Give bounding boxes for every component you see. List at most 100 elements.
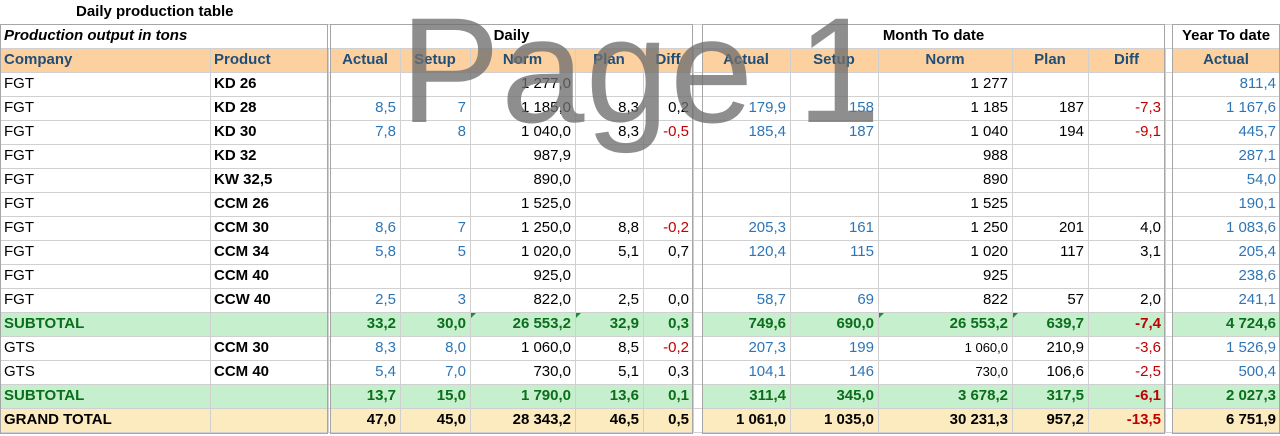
d-diff-total-cell: 0,3 [668, 315, 689, 332]
m-actual-total-cell: 749,6 [748, 315, 786, 332]
m-plan-cell: 57 [1067, 291, 1084, 308]
y-actual-total-cell: 4 724,6 [1225, 315, 1276, 332]
formula-marker-icon [471, 313, 476, 318]
d-norm-cell: 1 250,0 [520, 219, 571, 236]
m-diff-total-cell: -13,5 [1126, 411, 1161, 428]
m-plan-total-cell: 317,5 [1046, 387, 1084, 404]
y-actual-cell: 238,6 [1238, 267, 1276, 284]
m-diff-total-cell: -6,1 [1135, 387, 1161, 404]
m-norm-cell: 1 250 [970, 219, 1008, 236]
m-actual-cell [702, 144, 790, 168]
d-setup-cell: 8,0 [445, 339, 466, 356]
y-actual-total-cell: 2 027,3 [1225, 387, 1276, 404]
m-norm-cell: 1 040 [970, 123, 1008, 140]
company-cell: FGT [4, 219, 34, 236]
product-cell: CCM 40 [214, 363, 270, 380]
m-setup-cell [790, 144, 878, 168]
m-norm-cell: 1 020 [970, 243, 1008, 260]
d-diff-cell [643, 144, 693, 168]
d-norm-total-cell: 28 343,2 [512, 411, 571, 428]
m-setup-cell: 187 [848, 123, 874, 140]
d-norm-cell: 1 060,0 [520, 339, 571, 356]
m-plan-cell: 210,9 [1046, 339, 1084, 356]
m-diff-cell [1088, 264, 1165, 288]
d-norm-cell: 730,0 [533, 363, 571, 380]
m-norm-total-cell: 3 678,2 [957, 387, 1008, 404]
d-diff-cell [643, 264, 693, 288]
m-setup-cell [790, 192, 878, 216]
d-setup-cell [400, 192, 470, 216]
m-setup-cell: 115 [850, 243, 874, 260]
m-diff-cell [1088, 192, 1165, 216]
m-norm-total-cell: 30 231,3 [949, 411, 1008, 428]
m-norm-cell: 890 [982, 171, 1008, 188]
d-plan-cell: 5,1 [618, 363, 639, 380]
d-plan-cell [575, 168, 643, 192]
column-header-d-setup: Setup [414, 51, 456, 68]
d-actual-cell [330, 168, 400, 192]
m-setup-cell: 146 [848, 363, 874, 380]
column-gap [1165, 48, 1172, 72]
d-actual-cell: 8,3 [375, 339, 396, 356]
m-setup-cell [790, 72, 878, 96]
column-gap [1165, 408, 1172, 432]
m-plan-cell: 187 [1058, 99, 1084, 116]
y-actual-total-cell: 6 751,9 [1225, 411, 1276, 428]
product-cell: CCW 40 [214, 291, 271, 308]
company-cell: FGT [4, 291, 34, 308]
company-cell: FGT [4, 171, 34, 188]
total-label: SUBTOTAL [4, 387, 85, 404]
d-norm-cell: 1 040,0 [520, 123, 571, 140]
d-plan-cell: 2,5 [618, 291, 639, 308]
formula-marker-icon [576, 313, 581, 318]
d-norm-total-cell: 1 790,0 [520, 387, 571, 404]
d-plan-total-cell: 32,9 [609, 315, 639, 332]
m-diff-cell: -2,5 [1135, 363, 1161, 380]
d-plan-cell: 8,5 [618, 339, 639, 356]
column-gap [693, 384, 702, 408]
company-cell: FGT [4, 267, 34, 284]
y-actual-cell: 287,1 [1238, 147, 1276, 164]
d-plan-cell: 8,8 [618, 219, 639, 236]
d-plan-cell [575, 72, 643, 96]
m-norm-cell: 925 [982, 267, 1008, 284]
column-header-m-diff: Diff [1114, 51, 1139, 68]
formula-marker-icon [879, 313, 884, 318]
y-actual-cell: 241,1 [1238, 291, 1276, 308]
d-diff-cell: 0,3 [668, 363, 689, 380]
d-plan-cell [575, 264, 643, 288]
production-table: Daily production table Production output … [0, 0, 1280, 436]
m-setup-total-cell: 345,0 [836, 387, 874, 404]
d-setup-total-cell: 15,0 [436, 387, 466, 404]
m-setup-total-cell: 1 035,0 [823, 411, 874, 428]
column-header-d-diff: Diff [655, 51, 681, 68]
m-actual-cell: 207,3 [748, 339, 786, 356]
d-setup-cell [400, 264, 470, 288]
d-actual-total-cell: 33,2 [366, 315, 396, 332]
m-actual-cell [702, 168, 790, 192]
m-plan-cell [1012, 144, 1088, 168]
company-cell: GTS [4, 339, 35, 356]
column-header-m-plan: Plan [1034, 51, 1066, 68]
total-label: SUBTOTAL [4, 315, 85, 332]
d-diff-cell: -0,2 [663, 219, 689, 236]
d-diff-total-cell: 0,5 [668, 411, 689, 428]
m-diff-cell [1088, 168, 1165, 192]
d-setup-cell: 5 [457, 243, 466, 260]
d-actual-cell [330, 264, 400, 288]
column-header-m-norm: Norm [925, 51, 965, 68]
company-cell: GTS [4, 363, 35, 380]
product-cell: CCM 30 [214, 219, 270, 236]
d-actual-cell: 5,4 [375, 363, 396, 380]
m-setup-total-cell: 690,0 [836, 315, 874, 332]
m-plan-total-cell: 639,7 [1046, 315, 1084, 332]
column-header-product: Product [214, 51, 271, 68]
d-plan-cell: 8,3 [618, 99, 639, 116]
m-actual-cell: 185,4 [748, 123, 786, 140]
m-norm-cell: 1 185 [970, 99, 1008, 116]
column-header-m-actual: Actual [723, 51, 769, 68]
d-plan-total-cell: 46,5 [609, 411, 639, 428]
d-actual-cell [330, 192, 400, 216]
y-actual-cell: 190,1 [1238, 195, 1276, 212]
d-norm-cell: 1 020,0 [520, 243, 571, 260]
